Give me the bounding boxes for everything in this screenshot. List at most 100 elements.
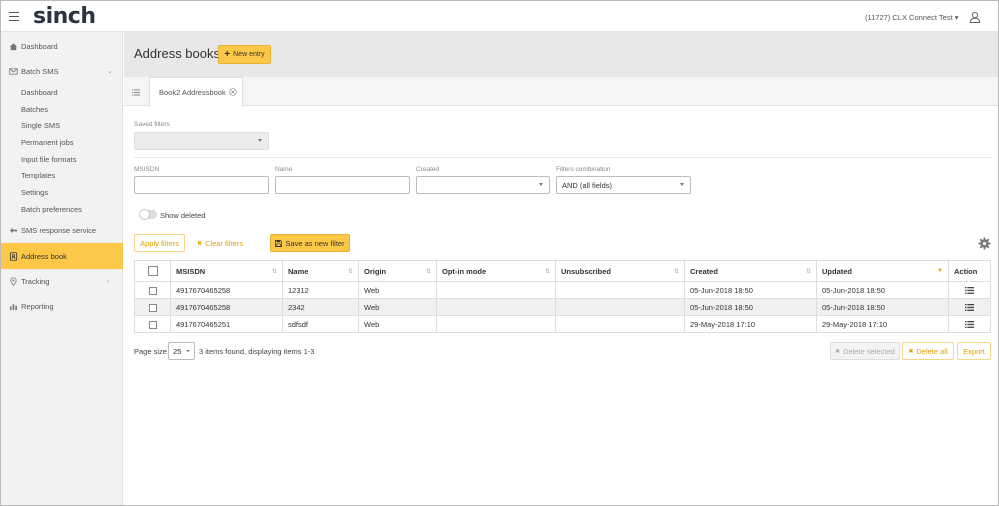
created-select[interactable] <box>416 176 550 194</box>
name-input[interactable] <box>275 176 410 194</box>
table-row: 4917670465258 12312 Web 05-Jun-2018 18:5… <box>134 281 991 299</box>
sidebar-subitem-settings[interactable]: Settings <box>21 188 48 197</box>
column-label: Opt-in mode <box>442 266 487 276</box>
home-icon <box>9 42 18 50</box>
sort-icon: ⇅ <box>271 269 277 275</box>
row-checkbox[interactable] <box>148 286 157 295</box>
sidebar-item-dashboard[interactable]: Dashboard <box>1 38 123 54</box>
msisdn-input[interactable] <box>134 176 269 194</box>
clear-filters-button[interactable]: ✖ Clear filters <box>197 239 243 248</box>
delete-selected-label: Delete selected <box>843 346 895 356</box>
column-origin[interactable]: Origin ⇅ <box>358 260 437 282</box>
save-as-new-filter-label: Save as new filter <box>285 238 345 248</box>
menu-icon[interactable] <box>9 12 19 21</box>
row-checkbox[interactable] <box>148 303 157 312</box>
address-book-table: MSISDN ⇅ Name ⇅ Origin ⇅ Opt-in mode ⇅ Unsub… <box>134 260 991 333</box>
delete-all-button[interactable]: ✖ Delete all <box>902 342 954 360</box>
sidebar-subitem-permanent-jobs[interactable]: Permanent jobs <box>21 138 74 147</box>
page-size-label: Page size <box>134 347 167 356</box>
column-label: Name <box>288 266 309 276</box>
bar-chart-icon <box>9 303 17 310</box>
close-icon: ✖ <box>835 348 841 355</box>
page-size-select[interactable]: 25 <box>168 342 195 360</box>
cell-opt-in <box>436 315 556 333</box>
list-icon[interactable] <box>965 287 974 294</box>
envelope-icon <box>9 67 18 75</box>
column-label: Created <box>690 266 718 276</box>
select-all-cell <box>134 260 171 282</box>
cell-msisdn: 4917670465258 <box>170 298 283 316</box>
address-book-icon <box>9 251 18 261</box>
column-created[interactable]: Created ⇅ <box>684 260 817 282</box>
sort-icon: ⇅ <box>347 269 353 275</box>
sidebar-item-batch-sms[interactable]: Batch SMS ⌄ <box>1 63 123 79</box>
column-label: Unsubscribed <box>561 266 612 276</box>
column-msisdn[interactable]: MSISDN ⇅ <box>170 260 283 282</box>
clear-filters-label: Clear filters <box>205 239 243 248</box>
cell-action <box>948 281 991 299</box>
sidebar-subitem-batches[interactable]: Batches <box>21 105 48 114</box>
cell-created: 29-May-2018 17:10 <box>684 315 817 333</box>
saved-filters-select[interactable] <box>134 132 269 150</box>
filters-combination-select[interactable]: AND (all fields) <box>556 176 691 194</box>
reply-arrow-icon <box>9 227 18 233</box>
show-deleted-toggle[interactable] <box>139 209 157 220</box>
chevron-down-icon: ▾ <box>954 13 959 22</box>
cell-msisdn: 4917670465258 <box>170 281 283 299</box>
sidebar-subitem-input-file-formats[interactable]: Input file formats <box>21 155 76 164</box>
cell-unsubscribed <box>555 298 685 316</box>
sidebar-item-address-book[interactable]: Address book <box>1 243 123 269</box>
tab-label: Book2 Addressbook <box>159 88 226 97</box>
column-name[interactable]: Name ⇅ <box>282 260 359 282</box>
cell-name: sdfsdf <box>282 315 359 333</box>
select-all-checkbox[interactable] <box>147 266 158 276</box>
column-opt-in-mode[interactable]: Opt-in mode ⇅ <box>436 260 556 282</box>
list-icon[interactable] <box>132 89 140 96</box>
sort-icon: ⇅ <box>673 269 679 275</box>
sidebar-item-tracking[interactable]: Tracking ‹ <box>1 273 123 289</box>
save-as-new-filter-button[interactable]: Save as new filter <box>270 234 350 252</box>
apply-filters-button[interactable]: Apply filters <box>134 234 185 252</box>
close-icon: ✖ <box>908 348 914 355</box>
items-found-text: 3 items found, displaying items 1-3 <box>199 347 315 356</box>
tab-strip <box>124 77 998 106</box>
export-button[interactable]: Export <box>957 342 991 360</box>
sort-icon: ⇅ <box>425 269 431 275</box>
column-updated[interactable]: Updated ▼ <box>816 260 949 282</box>
row-checkbox[interactable] <box>148 320 157 329</box>
column-action: Action <box>948 260 991 282</box>
column-label: Updated <box>822 266 852 276</box>
cell-origin: Web <box>358 298 437 316</box>
column-unsubscribed[interactable]: Unsubscribed ⇅ <box>555 260 685 282</box>
list-icon[interactable] <box>965 321 974 328</box>
delete-selected-button[interactable]: ✖ Delete selected <box>830 342 900 360</box>
sidebar-item-sms-response[interactable]: SMS response service <box>1 222 123 238</box>
account-name: (11727) CLX Connect Test <box>865 13 953 22</box>
floppy-disk-icon <box>275 239 283 247</box>
new-entry-button[interactable]: + New entry <box>218 45 271 64</box>
sidebar-item-label: Tracking <box>21 276 50 286</box>
sidebar-subitem-templates[interactable]: Templates <box>21 171 55 180</box>
sort-icon: ⇅ <box>544 269 550 275</box>
sidebar-subitem-single-sms[interactable]: Single SMS <box>21 121 60 130</box>
sidebar-item-reporting[interactable]: Reporting <box>1 298 123 314</box>
sidebar-subitem-batch-preferences[interactable]: Batch preferences <box>21 205 82 214</box>
cell-name: 12312 <box>282 281 359 299</box>
sort-desc-icon: ▼ <box>937 268 943 274</box>
cell-updated: 29-May-2018 17:10 <box>816 315 949 333</box>
filters-combination-label: Filters combination <box>556 166 611 173</box>
sidebar-item-label: Dashboard <box>21 41 58 51</box>
cell-action <box>948 315 991 333</box>
list-icon[interactable] <box>965 304 974 311</box>
gear-icon[interactable] <box>978 237 991 250</box>
sidebar-item-label: Reporting <box>21 301 54 311</box>
caret-down-icon <box>258 139 262 142</box>
sidebar-subitem-dashboard[interactable]: Dashboard <box>21 88 58 97</box>
column-label: Origin <box>364 266 387 276</box>
cell-origin: Web <box>358 315 437 333</box>
cell-unsubscribed <box>555 315 685 333</box>
cell-opt-in <box>436 281 556 299</box>
account-selector[interactable]: (11727) CLX Connect Test ▾ <box>865 13 959 22</box>
user-icon[interactable] <box>969 11 981 23</box>
close-circle-icon[interactable] <box>229 88 237 96</box>
